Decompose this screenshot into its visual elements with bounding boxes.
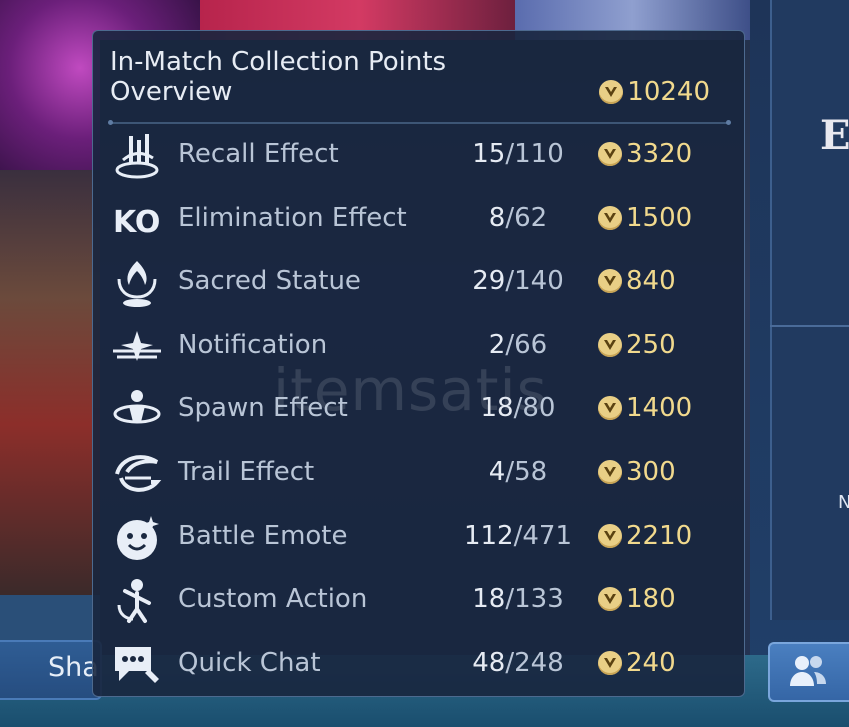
collection-point-coin-icon — [598, 396, 622, 421]
category-count: 2/66 — [488, 329, 548, 360]
category-label: Battle Emote — [178, 520, 348, 551]
collection-point-coin-icon — [599, 80, 624, 104]
collection-points-overlay: itemsatis In-Match Collection Points Ove… — [92, 30, 745, 697]
total-points-value: 10240 — [627, 77, 710, 107]
category-points-value: 180 — [626, 584, 676, 615]
total-count: 80 — [522, 393, 556, 424]
owned-count: 112 — [463, 520, 514, 551]
total-count: 248 — [514, 647, 564, 678]
right-panel-letter: E — [820, 112, 849, 159]
category-points: 2210 — [598, 521, 692, 551]
category-points: 1500 — [598, 203, 692, 233]
category-points-value: 1500 — [626, 202, 693, 233]
category-row: Battle Emote 112/471 2210 — [93, 508, 744, 570]
category-points: 240 — [598, 648, 676, 678]
category-label: Notification — [178, 329, 328, 360]
collection-point-coin-icon — [598, 332, 622, 357]
category-count: 112/471 — [463, 520, 573, 551]
owned-count: 4 — [488, 457, 506, 487]
category-count: 8/62 — [488, 202, 548, 233]
recall-effect-icon — [111, 130, 163, 182]
category-points: 840 — [598, 266, 676, 296]
category-row: Notification 2/66 250 — [93, 317, 744, 379]
category-points: 250 — [598, 330, 676, 360]
category-count: 15/110 — [472, 139, 564, 169]
hero-art-left — [0, 170, 100, 595]
category-row: KO Elimination Effect 8/62 1500 — [93, 190, 744, 252]
collection-point-coin-icon — [598, 587, 622, 612]
category-label: Spawn Effect — [178, 393, 348, 424]
category-count: 4/58 — [488, 457, 548, 487]
category-points-value: 3320 — [626, 139, 693, 169]
category-label: Elimination Effect — [178, 202, 407, 233]
battle-emote-icon — [111, 512, 163, 564]
total-points: 10240 — [599, 77, 710, 107]
total-count: 133 — [514, 584, 564, 615]
category-label: Quick Chat — [178, 647, 321, 678]
category-row: Recall Effect 15/110 3320 — [93, 126, 744, 188]
right-card-divider — [770, 325, 849, 327]
overlay-title: In-Match Collection Points Overview — [110, 47, 447, 107]
overlay-header: In-Match Collection Points Overview 1024… — [110, 47, 710, 127]
category-label: Sacred Statue — [178, 266, 361, 297]
sacred-statue-icon — [111, 257, 163, 309]
collection-point-coin-icon — [598, 142, 622, 166]
category-points-value: 250 — [626, 329, 676, 360]
category-label: Custom Action — [178, 584, 368, 615]
right-card — [770, 0, 849, 620]
category-points: 180 — [598, 584, 676, 614]
category-points: 300 — [598, 457, 676, 487]
category-label: Trail Effect — [178, 457, 315, 487]
owned-count: 18 — [480, 393, 514, 424]
collection-point-coin-icon — [598, 205, 622, 230]
right-panel-small-text: N — [838, 492, 849, 513]
trail-effect-icon — [111, 448, 163, 500]
category-count: 18/80 — [480, 393, 556, 424]
owned-count: 48 — [472, 647, 506, 678]
category-points: 3320 — [598, 139, 692, 169]
category-points-value: 240 — [626, 647, 676, 678]
category-row: Quick Chat 48/248 240 — [93, 635, 744, 697]
category-count: 18/133 — [472, 584, 564, 615]
category-row: Spawn Effect 18/80 1400 — [93, 380, 744, 442]
category-points-value: 300 — [626, 457, 676, 487]
svg-text:KO: KO — [113, 205, 160, 240]
notification-icon — [111, 321, 163, 373]
collection-point-coin-icon — [598, 269, 622, 294]
category-count: 29/140 — [472, 266, 564, 297]
quick-chat-icon — [111, 639, 163, 691]
collection-point-coin-icon — [598, 460, 622, 484]
category-row: Trail Effect 4/58 300 — [93, 444, 744, 506]
owned-count: 29 — [472, 266, 506, 297]
total-count: 66 — [514, 329, 548, 360]
elimination-effect-icon: KO — [111, 194, 163, 246]
category-points-value: 1400 — [626, 393, 693, 424]
owned-count: 18 — [472, 584, 506, 615]
owned-count: 8 — [488, 202, 506, 233]
header-divider — [108, 120, 731, 125]
owned-count: 15 — [472, 139, 506, 169]
category-label: Recall Effect — [178, 139, 339, 169]
total-count: 140 — [514, 266, 564, 297]
friends-icon — [790, 656, 826, 686]
total-count: 58 — [514, 457, 548, 487]
category-row: Custom Action 18/133 180 — [93, 571, 744, 633]
category-points: 1400 — [598, 393, 692, 423]
spawn-effect-icon — [111, 384, 163, 436]
total-count: 62 — [514, 202, 548, 233]
collection-point-coin-icon — [598, 650, 622, 675]
category-points-value: 840 — [626, 266, 676, 297]
owned-count: 2 — [488, 329, 506, 360]
collection-point-coin-icon — [598, 523, 622, 548]
total-count: 471 — [522, 520, 573, 551]
total-count: 110 — [514, 139, 564, 169]
category-count: 48/248 — [472, 647, 564, 678]
category-row: Sacred Statue 29/140 840 — [93, 253, 744, 315]
category-points-value: 2210 — [626, 520, 693, 551]
custom-action-icon — [111, 575, 163, 627]
